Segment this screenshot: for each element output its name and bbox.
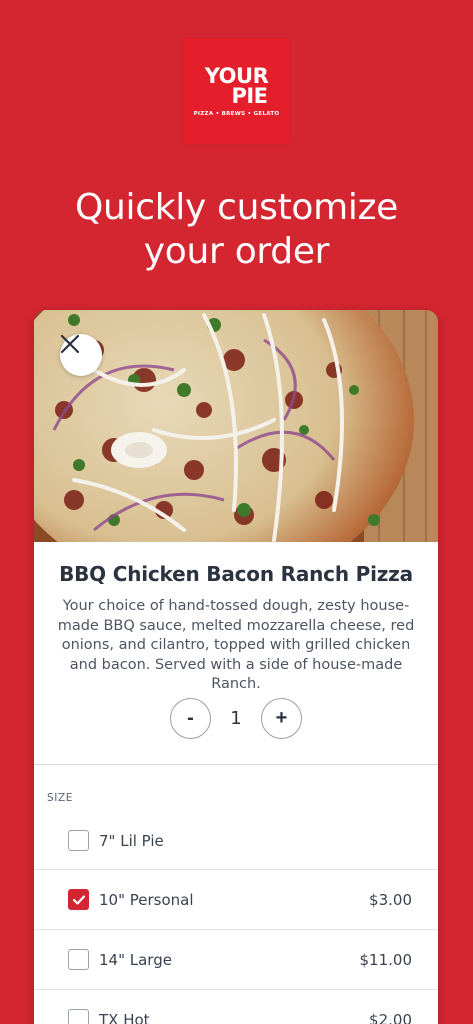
brand-logo: YOUR PIE PIZZA • BREWS • GELATO <box>183 38 290 144</box>
item-description: Your choice of hand-tossed dough, zesty … <box>57 598 415 692</box>
option-label: TX Hot <box>99 1010 150 1024</box>
minus-icon: - <box>187 706 194 729</box>
decrease-quantity-button[interactable]: - <box>170 697 211 739</box>
logo-tagline: PIZZA • BREWS • GELATO <box>193 110 280 117</box>
checkbox[interactable] <box>68 889 89 910</box>
checkbox[interactable] <box>68 830 89 851</box>
pizza-photo <box>34 310 438 542</box>
quantity-stepper: - 1 + <box>34 697 438 739</box>
checkbox[interactable] <box>68 1009 89 1024</box>
close-button[interactable] <box>60 334 102 376</box>
size-options-list: 7" Lil Pie 10" Personal $3.00 14" Large … <box>34 812 438 1024</box>
item-customize-card: BBQ Chicken Bacon Ranch Pizza Your choic… <box>34 310 438 1024</box>
headline-line-2: your order <box>143 231 330 272</box>
option-label: 10" Personal <box>99 890 194 909</box>
logo-word: YOUR PIE <box>205 65 269 108</box>
option-label: 7" Lil Pie <box>99 831 164 850</box>
size-option-14-large[interactable]: 14" Large $11.00 <box>34 930 438 990</box>
logo-word-bottom: PIE <box>231 83 268 108</box>
item-title: BBQ Chicken Bacon Ranch Pizza <box>59 562 413 586</box>
plus-icon: + <box>275 706 288 729</box>
headline-line-1: Quickly customize <box>74 187 399 228</box>
quantity-value: 1 <box>230 707 242 729</box>
size-option-10-personal[interactable]: 10" Personal $3.00 <box>34 870 438 930</box>
close-icon <box>60 334 80 354</box>
size-option-7-lil-pie[interactable]: 7" Lil Pie <box>34 812 438 870</box>
checkbox[interactable] <box>68 949 89 970</box>
option-price: $11.00 <box>359 950 413 969</box>
option-price: $2.00 <box>369 1010 412 1024</box>
checkmark-icon <box>72 894 85 905</box>
promo-headline: Quickly customize your order <box>0 186 473 274</box>
size-option-tx-hot[interactable]: TX Hot $2.00 <box>34 990 438 1024</box>
section-divider <box>34 764 438 765</box>
option-price: $3.00 <box>369 890 412 909</box>
increase-quantity-button[interactable]: + <box>261 697 302 739</box>
size-section-label: SIZE <box>47 792 73 804</box>
option-label: 14" Large <box>99 950 172 969</box>
